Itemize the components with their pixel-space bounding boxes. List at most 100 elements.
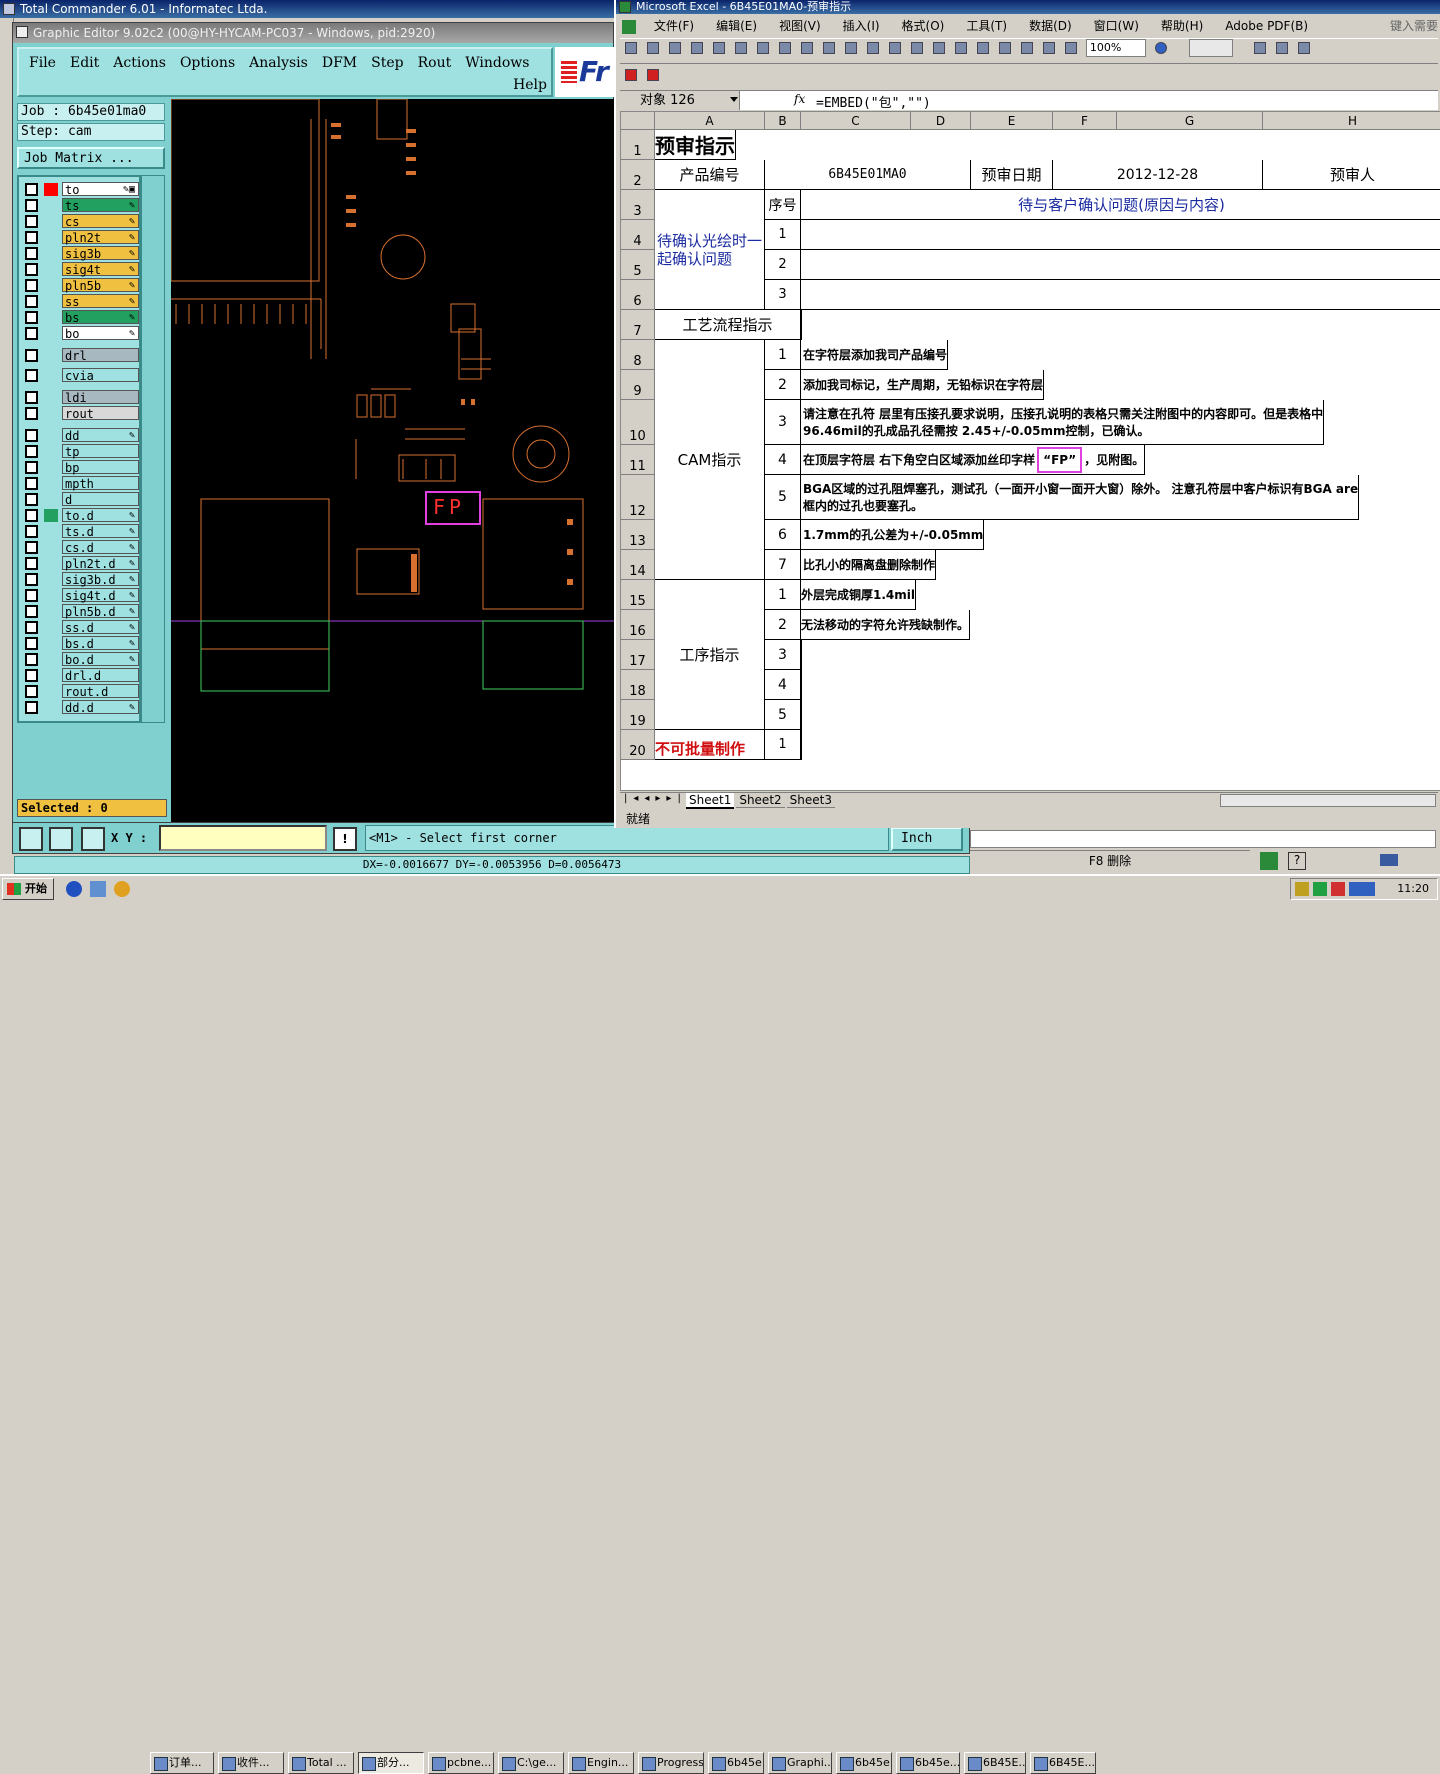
cell[interactable]: 5 <box>765 475 801 520</box>
sheet-title-cell[interactable]: 预审指示 <box>655 130 736 160</box>
tray-green-icon[interactable] <box>1260 852 1278 870</box>
cell[interactable] <box>801 730 802 760</box>
layer-row-ts[interactable]: ts ✎ <box>19 197 139 213</box>
pdf-email-icon[interactable] <box>644 66 662 84</box>
layer-color-swatch[interactable] <box>44 508 58 522</box>
layer-edit-icon[interactable]: ✎ <box>129 701 135 715</box>
layer-color-swatch[interactable] <box>44 621 58 634</box>
layer-row-ss[interactable]: ss ✎ <box>19 293 139 309</box>
taskbar-item[interactable]: pcbne... <box>428 1752 494 1774</box>
cell[interactable]: 添加我司标记，生产周期，无铅标识在字符层 <box>801 370 1045 400</box>
layer-edit-icon[interactable]: ✎ <box>129 263 135 277</box>
layer-color-swatch[interactable] <box>44 557 58 570</box>
chart-icon[interactable] <box>1040 39 1058 57</box>
layer-checkbox[interactable] <box>25 310 38 324</box>
layer-row-dd-d[interactable]: dd.d ✎ <box>19 699 139 715</box>
cell[interactable] <box>801 220 1440 250</box>
cut-icon[interactable] <box>820 39 838 57</box>
row-header[interactable]: 14 <box>621 550 655 580</box>
permission-icon[interactable] <box>688 39 706 57</box>
research-icon[interactable] <box>798 39 816 57</box>
layer-checkbox[interactable] <box>25 556 38 570</box>
row-header[interactable]: 13 <box>621 520 655 550</box>
layer-row-pln2t[interactable]: pln2t ✎ <box>19 229 139 245</box>
layer-row-pln5b[interactable]: pln5b ✎ <box>19 277 139 293</box>
sort-asc-icon[interactable] <box>996 39 1014 57</box>
layer-checkbox[interactable] <box>25 668 38 682</box>
cell[interactable]: 待与客户确认问题(原因与内容) <box>801 190 1440 220</box>
layer-color-swatch[interactable] <box>44 407 58 420</box>
new-icon[interactable] <box>622 39 640 57</box>
layer-color-swatch[interactable] <box>44 199 58 212</box>
cell[interactable] <box>801 250 1440 280</box>
layer-color-swatch[interactable] <box>44 605 58 618</box>
cell[interactable]: 3 <box>765 280 801 310</box>
cell[interactable]: 3 <box>765 640 801 670</box>
cell[interactable]: 1.7mm的孔公差为+/-0.05mm <box>801 520 985 550</box>
layer-color-swatch[interactable] <box>44 477 58 490</box>
excel-input-box[interactable] <box>970 830 1436 848</box>
layer-row-ldi[interactable]: ldi <box>19 389 139 405</box>
layer-color-swatch[interactable] <box>44 669 58 682</box>
row-header[interactable]: 8 <box>621 340 655 370</box>
layer-edit-icon[interactable]: ✎ <box>129 541 135 555</box>
layer-row-sig3b[interactable]: sig3b ✎ <box>19 245 139 261</box>
row-header[interactable]: 6 <box>621 280 655 310</box>
column-header[interactable]: E <box>971 112 1053 130</box>
worksheet-grid[interactable]: ABCDEFGHI1234567891011121314151617181920… <box>620 111 1440 791</box>
row-header[interactable]: 9 <box>621 370 655 400</box>
layer-row-pln5b-d[interactable]: pln5b.d ✎ <box>19 603 139 619</box>
name-box-dropdown-icon[interactable] <box>730 97 738 102</box>
taskbar-item[interactable]: Total ... <box>288 1752 354 1774</box>
layer-checkbox[interactable] <box>25 604 38 618</box>
layer-checkbox[interactable] <box>25 476 38 490</box>
select-all-corner[interactable] <box>621 112 655 130</box>
start-button[interactable]: 开始 <box>2 878 54 900</box>
layer-row-pln2t-d[interactable]: pln2t.d ✎ <box>19 555 139 571</box>
cell[interactable]: 2 <box>765 250 801 280</box>
taskbar-item[interactable]: 6b45e... <box>896 1752 960 1774</box>
preview-icon[interactable] <box>754 39 772 57</box>
layer-row-to[interactable]: to ✎▣ <box>19 181 139 197</box>
layer-row-drl[interactable]: drl <box>19 347 139 363</box>
tray-icons[interactable] <box>1295 882 1375 896</box>
layer-color-swatch[interactable] <box>44 182 58 196</box>
excel-titlebar[interactable]: Microsoft Excel - 6B45E01MA0-预审指示 <box>616 0 1440 14</box>
units-button[interactable]: Inch <box>891 827 963 851</box>
layer-checkbox[interactable] <box>25 620 38 634</box>
cell[interactable]: 预审人 <box>1263 160 1440 190</box>
row-header[interactable]: 2 <box>621 160 655 190</box>
menu-file[interactable]: File <box>29 55 56 71</box>
align-left-icon[interactable] <box>1251 39 1269 57</box>
fx-label[interactable]: fx <box>794 92 805 106</box>
layer-color-swatch[interactable] <box>44 541 58 554</box>
taskbar-item[interactable]: Engin... <box>568 1752 634 1774</box>
zoom-select[interactable]: 100% <box>1085 39 1146 57</box>
layer-checkbox[interactable] <box>25 700 38 714</box>
layer-edit-icon[interactable]: ✎ <box>129 231 135 245</box>
open-icon[interactable] <box>644 39 662 57</box>
excel-menu-item[interactable]: 数据(D) <box>1029 19 1072 33</box>
autosum-icon[interactable] <box>974 39 992 57</box>
menu-actions[interactable]: Actions <box>113 55 166 71</box>
layer-row-bp[interactable]: bp <box>19 459 139 475</box>
layer-edit-icon[interactable]: ✎ <box>129 653 135 667</box>
column-header[interactable]: D <box>911 112 971 130</box>
taskbar-item[interactable]: Progress <box>638 1752 704 1774</box>
row-header[interactable]: 3 <box>621 190 655 220</box>
row-header[interactable]: 1 <box>621 130 655 160</box>
hyperlink-icon[interactable] <box>952 39 970 57</box>
name-box[interactable]: 对象 126 <box>620 91 740 110</box>
menu-dfm[interactable]: DFM <box>322 55 357 71</box>
help-menu[interactable]: Help <box>513 77 547 93</box>
layer-color-swatch[interactable] <box>44 311 58 324</box>
column-header[interactable]: H <box>1263 112 1440 130</box>
help-search-box[interactable]: 键入需要 <box>1390 17 1438 35</box>
layer-row-to-d[interactable]: to.d ✎ <box>19 507 139 523</box>
format-painter-icon[interactable] <box>886 39 904 57</box>
cell[interactable]: 待确认光绘时一起确认问题 <box>655 190 765 310</box>
layer-row-mpth[interactable]: mpth <box>19 475 139 491</box>
menu-windows[interactable]: Windows <box>465 55 529 71</box>
email-icon[interactable] <box>710 39 728 57</box>
menu-rout[interactable]: Rout <box>418 55 452 71</box>
